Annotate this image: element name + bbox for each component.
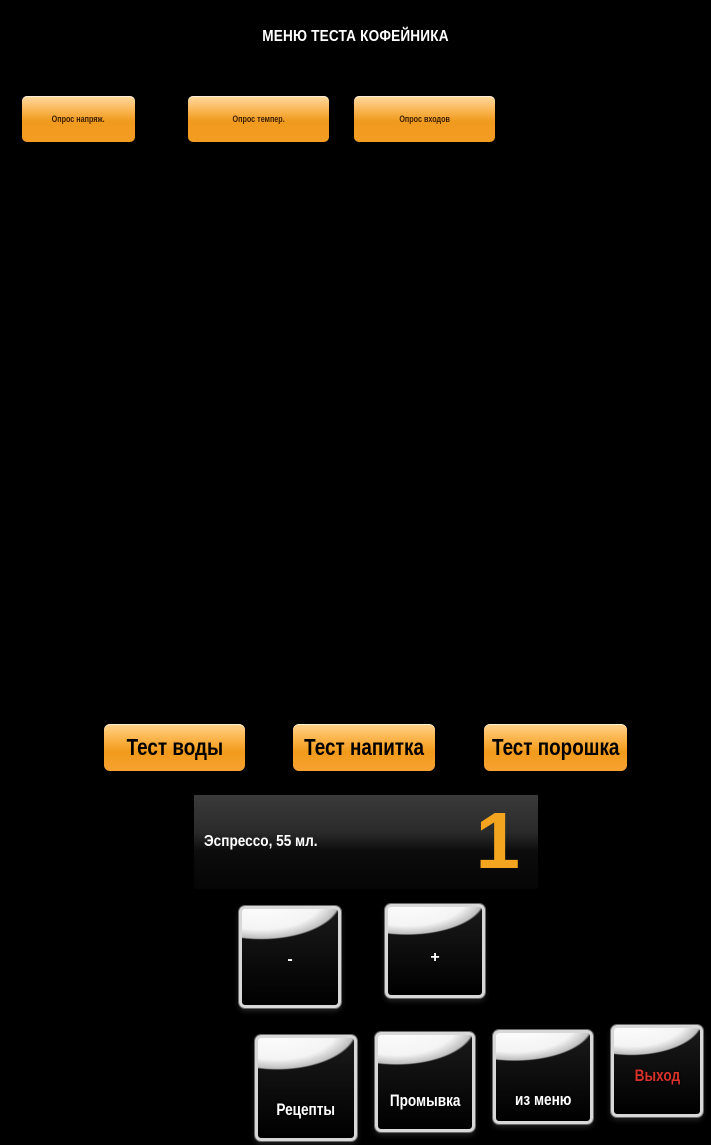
poll-voltage-label: Опрос напряж. [52,114,105,124]
rinse-button[interactable]: Промывка [375,1032,475,1132]
rinse-label: Промывка [389,1091,461,1110]
poll-inputs-label: Опрос входов [399,114,450,124]
recipes-button[interactable]: Рецепты [255,1035,357,1141]
page-title: МЕНЮ ТЕСТА КОФЕЙНИКА [262,28,449,45]
poll-temperature-label: Опрос темпер. [232,114,285,124]
test-water-button[interactable]: Тест воды [104,724,245,771]
exit-label: Выход [634,1066,680,1085]
poll-voltage-button[interactable]: Опрос напряж. [22,96,135,142]
test-drink-label: Тест напитка [304,734,424,760]
recipe-display: Эспрессо, 55 мл. 1 [194,795,538,889]
recipe-name: Эспрессо, 55 мл. [204,833,318,850]
exit-button[interactable]: Выход [611,1025,703,1117]
test-drink-button[interactable]: Тест напитка [293,724,435,771]
increment-button[interactable]: + [385,904,485,998]
test-powder-button[interactable]: Тест порошка [484,724,627,771]
recipes-label: Рецепты [276,1100,336,1119]
test-powder-label: Тест порошка [491,734,620,760]
plus-label: + [430,949,440,966]
recipe-count: 1 [475,796,521,885]
exit-menu-label: из меню [514,1090,572,1109]
minus-label: - [287,951,293,968]
decrement-button[interactable]: - [239,906,341,1008]
poll-temperature-button[interactable]: Опрос темпер. [188,96,329,142]
poll-inputs-button[interactable]: Опрос входов [354,96,495,142]
test-water-label: Тест воды [126,734,223,760]
exit-menu-button[interactable]: из меню [493,1030,593,1124]
